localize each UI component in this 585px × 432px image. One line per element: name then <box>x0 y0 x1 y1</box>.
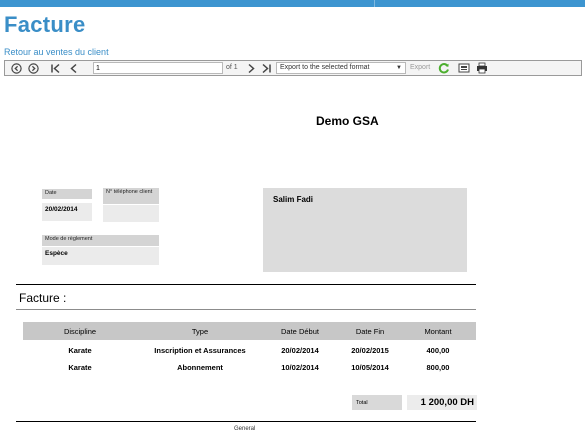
table-cell: 10/02/2014 <box>281 363 319 372</box>
page-title: Facture <box>4 12 86 37</box>
table-cell: 400,00 <box>426 346 450 355</box>
print-icon[interactable] <box>475 62 489 74</box>
table-cell: Inscription et Assurances <box>154 346 246 355</box>
print-layout-icon[interactable] <box>457 62 471 74</box>
column-header-montant: Montant <box>424 327 452 336</box>
footer-text: General <box>234 426 256 432</box>
export-format-value: Export to the selected format <box>280 64 370 71</box>
first-page-icon[interactable] <box>49 62 63 74</box>
client-name: Salim Fadi <box>273 195 314 204</box>
last-page-icon[interactable] <box>259 62 273 74</box>
top-bar-divider <box>374 0 375 7</box>
first-page-circle-icon[interactable] <box>9 62 23 74</box>
next-page-circle-icon[interactable] <box>26 62 40 74</box>
date-label: Date <box>42 189 92 199</box>
phone-label: N° téléphone client <box>103 188 159 204</box>
report-toolbar: of 1 Export to the selected format ▼ Exp… <box>4 60 582 76</box>
total-value: 1 200,00 DH <box>407 395 477 410</box>
next-page-icon[interactable] <box>244 62 258 74</box>
export-button[interactable]: Export <box>410 64 430 71</box>
back-to-client-sales-link[interactable]: Retour au ventes du client <box>4 47 109 57</box>
refresh-icon[interactable] <box>437 62 451 74</box>
table-cell: 10/05/2014 <box>351 363 389 372</box>
table-cell: Abonnement <box>177 363 223 372</box>
footer-divider <box>16 421 476 422</box>
table-cell: 20/02/2015 <box>351 346 389 355</box>
page-number-input[interactable] <box>93 62 223 74</box>
section-divider-top <box>16 284 476 285</box>
total-label: Total <box>352 395 402 410</box>
date-value: 20/02/2014 <box>42 203 92 221</box>
table-cell: 800,00 <box>426 363 450 372</box>
section-divider-bottom <box>16 309 476 310</box>
table-cell: Karate <box>68 363 92 372</box>
page-count-label: of 1 <box>226 64 238 71</box>
section-title: Facture : <box>19 291 67 305</box>
column-header-discipline: Discipline <box>63 327 97 336</box>
chevron-down-icon: ▼ <box>396 65 402 71</box>
previous-page-icon[interactable] <box>67 62 81 74</box>
top-accent-bar <box>0 0 585 7</box>
export-format-select[interactable]: Export to the selected format ▼ <box>276 62 406 74</box>
table-cell: Karate <box>68 346 92 355</box>
column-header-date-debut: Date Début <box>281 327 319 336</box>
client-info-box: Salim Fadi <box>263 188 467 272</box>
table-cell: 20/02/2014 <box>281 346 319 355</box>
column-header-type: Type <box>191 327 209 336</box>
column-header-date-fin: Date Fin <box>355 327 385 336</box>
company-name: Demo GSA <box>316 114 379 128</box>
payment-mode-label: Mode de règlement <box>42 235 159 246</box>
payment-mode-value: Espèce <box>42 247 159 265</box>
phone-value <box>103 205 159 222</box>
